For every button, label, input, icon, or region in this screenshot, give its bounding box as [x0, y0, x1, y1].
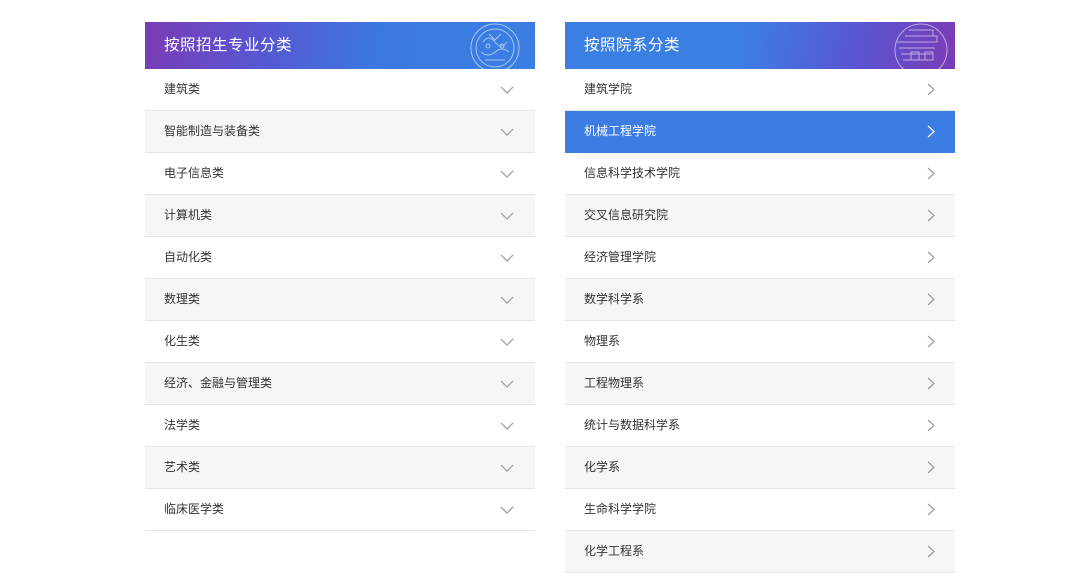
- chevron-down-icon[interactable]: [499, 405, 515, 446]
- chevron-right-icon[interactable]: [925, 447, 937, 488]
- department-item[interactable]: 统计与数据科学系: [565, 405, 955, 447]
- major-category-item[interactable]: 智能制造与装备类: [145, 111, 535, 153]
- major-category-item[interactable]: 经济、金融与管理类: [145, 363, 535, 405]
- major-category-item[interactable]: 艺术类: [145, 447, 535, 489]
- major-category-item-label: 经济、金融与管理类: [164, 376, 273, 390]
- department-item-label: 生命科学学院: [584, 502, 657, 516]
- chevron-right-icon[interactable]: [925, 405, 937, 446]
- chevron-right-icon[interactable]: [925, 279, 937, 320]
- chevron-right-icon[interactable]: [925, 321, 937, 362]
- chevron-right-icon[interactable]: [925, 153, 937, 194]
- chevron-down-icon[interactable]: [499, 69, 515, 110]
- major-category-item[interactable]: 建筑类: [145, 69, 535, 111]
- department-item[interactable]: 交叉信息研究院: [565, 195, 955, 237]
- department-item[interactable]: 物理系: [565, 321, 955, 363]
- chevron-right-icon[interactable]: [925, 69, 937, 110]
- department-item[interactable]: 化学系: [565, 447, 955, 489]
- department-title: 按照院系分类: [584, 36, 681, 54]
- major-category-item-label: 艺术类: [164, 460, 201, 474]
- chevron-down-icon[interactable]: [499, 111, 515, 152]
- major-category-item-label: 建筑类: [164, 82, 201, 96]
- chevron-right-icon[interactable]: [925, 237, 937, 278]
- major-category-title: 按照招生专业分类: [164, 36, 293, 54]
- department-item[interactable]: 信息科学技术学院: [565, 153, 955, 195]
- chevron-down-icon[interactable]: [499, 153, 515, 194]
- department-item-label: 信息科学技术学院: [584, 166, 681, 180]
- major-category-panel: 按照招生专业分类 建筑类智能制造与装备类 电子信息类计算机类自动化类数理类化生类经…: [145, 22, 535, 531]
- major-category-item[interactable]: 电子信息类: [145, 153, 535, 195]
- major-category-list: 建筑类智能制造与装备类 电子信息类计算机类自动化类数理类化生类经济、金融与管理类法…: [145, 69, 535, 531]
- department-header: 按照院系分类: [565, 22, 955, 69]
- chevron-down-icon[interactable]: [499, 363, 515, 404]
- major-category-item-label: 电子信息类: [164, 166, 225, 180]
- chevron-right-icon[interactable]: [925, 195, 937, 236]
- department-item-label: 化学工程系: [584, 544, 645, 558]
- chevron-down-icon[interactable]: [499, 489, 515, 530]
- major-category-item[interactable]: 化生类: [145, 321, 535, 363]
- chevron-right-icon[interactable]: [925, 111, 937, 152]
- department-item-label: 经济管理学院: [584, 250, 657, 264]
- department-panel: 按照院系分类 建筑学院机械工程学院信息科学技术学院 交叉信息研究院 经济管理学院 数学…: [565, 22, 955, 573]
- major-category-item[interactable]: 法学类: [145, 405, 535, 447]
- chevron-right-icon[interactable]: [925, 489, 937, 530]
- major-category-item-label: 自动化类: [164, 250, 213, 264]
- major-category-item-label: 法学类: [164, 418, 201, 432]
- department-item-label: 交叉信息研究院: [584, 208, 669, 222]
- department-item-label: 工程物理系: [584, 376, 645, 390]
- major-category-item-label: 计算机类: [164, 208, 213, 222]
- department-item-label: 机械工程学院: [584, 124, 657, 138]
- chevron-down-icon[interactable]: [499, 321, 515, 362]
- department-item[interactable]: 经济管理学院: [565, 237, 955, 279]
- major-category-item[interactable]: 数理类: [145, 279, 535, 321]
- chevron-down-icon[interactable]: [499, 279, 515, 320]
- chevron-right-icon[interactable]: [925, 531, 937, 572]
- department-item-label: 数学科学系: [584, 292, 645, 306]
- department-item[interactable]: 机械工程学院: [565, 111, 955, 153]
- major-category-item-label: 临床医学类: [164, 502, 225, 516]
- major-category-item[interactable]: 计算机类: [145, 195, 535, 237]
- major-category-header: 按照招生专业分类: [145, 22, 535, 69]
- major-category-item[interactable]: 自动化类: [145, 237, 535, 279]
- department-item-label: 物理系: [584, 334, 621, 348]
- chevron-right-icon[interactable]: [925, 363, 937, 404]
- major-category-item[interactable]: 临床医学类: [145, 489, 535, 531]
- department-list: 建筑学院机械工程学院信息科学技术学院 交叉信息研究院 经济管理学院 数学科学系物理系工…: [565, 69, 955, 573]
- department-item[interactable]: 工程物理系: [565, 363, 955, 405]
- department-item[interactable]: 化学工程系: [565, 531, 955, 573]
- chevron-down-icon[interactable]: [499, 447, 515, 488]
- department-item[interactable]: 建筑学院: [565, 69, 955, 111]
- department-item-label: 统计与数据科学系: [584, 418, 681, 432]
- department-item[interactable]: 生命科学学院: [565, 489, 955, 531]
- major-category-item-label: 数理类: [164, 292, 201, 306]
- department-item[interactable]: 数学科学系: [565, 279, 955, 321]
- department-item-label: 建筑学院: [584, 82, 633, 96]
- department-item-label: 化学系: [584, 460, 621, 474]
- campus-emblem-decoration-icon: [470, 23, 520, 69]
- chevron-down-icon[interactable]: [499, 237, 515, 278]
- major-category-item-label: 智能制造与装备类: [164, 124, 261, 138]
- major-category-item-label: 化生类: [164, 334, 201, 348]
- building-decoration-icon: [894, 23, 948, 69]
- chevron-down-icon[interactable]: [499, 195, 515, 236]
